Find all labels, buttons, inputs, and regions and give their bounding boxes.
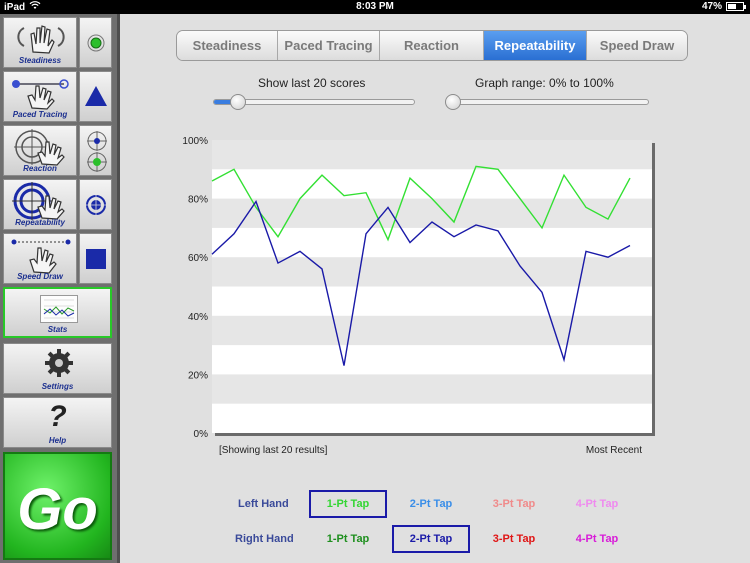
help-label: Help (48, 436, 67, 445)
paced-tracing-hand-icon (12, 79, 69, 110)
right-2pt-tap-toggle[interactable]: 2-Pt Tap (392, 525, 470, 553)
y-tick-label: 0% (194, 429, 209, 440)
gear-icon (45, 349, 73, 377)
speed-draw-button[interactable]: Speed Draw (3, 233, 77, 284)
repeatability-target-button[interactable] (79, 179, 112, 230)
grid-band (212, 198, 652, 228)
clock: 8:03 PM (356, 1, 394, 12)
steadiness-target-button[interactable] (79, 17, 112, 68)
reaction-button[interactable]: Reaction (3, 125, 77, 176)
tab-steadiness[interactable]: Steadiness (177, 31, 278, 60)
steadiness-hand-icon (17, 25, 65, 54)
settings-label: Settings (41, 382, 74, 391)
reaction-targets-button[interactable] (79, 125, 112, 176)
square-icon (86, 249, 106, 269)
help-button[interactable]: ? Help (3, 397, 112, 448)
right-hand-label: Right Hand (235, 533, 294, 545)
battery-icon (726, 2, 746, 11)
stats-chart-icon (40, 295, 78, 323)
range-slider[interactable] (445, 94, 649, 110)
test-tabs: Steadiness Paced Tracing Reaction Repeat… (176, 30, 688, 61)
left-1pt-tap-toggle[interactable]: 1-Pt Tap (309, 490, 387, 518)
paced-tracing-label: Paced Tracing (12, 110, 68, 119)
y-tick-label: 80% (188, 195, 208, 206)
left-hand-label: Left Hand (238, 498, 289, 510)
tab-paced-tracing[interactable]: Paced Tracing (278, 31, 380, 60)
repeatability-button[interactable]: Repeatability (3, 179, 77, 230)
scores-slider[interactable] (213, 94, 415, 110)
chart-footer-left: [Showing last 20 results] (219, 445, 328, 456)
y-tick-label: 40% (188, 312, 208, 323)
chart-footer-right: Most Recent (586, 445, 642, 456)
go-button[interactable]: Go (3, 452, 112, 560)
reaction-label: Reaction (23, 164, 57, 173)
settings-button[interactable]: Settings (3, 343, 112, 394)
go-label: Go (17, 477, 98, 542)
scores-slider-label: Show last 20 scores (258, 76, 366, 90)
grid-band (212, 140, 652, 170)
triangle-shape-button[interactable] (79, 71, 112, 122)
grid-band (212, 374, 652, 404)
repeatability-label: Repeatability (15, 218, 65, 227)
two-targets-icon (87, 131, 107, 172)
battery-percent: 47% (701, 1, 722, 12)
right-3pt-tap-toggle[interactable]: 3-Pt Tap (475, 525, 553, 553)
left-4pt-tap-toggle[interactable]: 4-Pt Tap (558, 490, 636, 518)
blue-target-icon (86, 195, 106, 215)
square-shape-button[interactable] (79, 233, 112, 284)
reaction-target-icon (14, 129, 65, 166)
repeatability-chart: 0% 20% 40% 60% 80% 100% [Showing last 20 resul… (182, 136, 655, 456)
stats-button[interactable]: Stats (3, 287, 112, 338)
steadiness-label: Steadiness (18, 56, 62, 65)
right-4pt-tap-toggle[interactable]: 4-Pt Tap (558, 525, 636, 553)
status-bar: iPad 8:03 PM 47% (0, 0, 750, 14)
steadiness-button[interactable]: Steadiness (3, 17, 77, 68)
y-tick-label: 100% (182, 136, 208, 147)
range-slider-label: Graph range: 0% to 100% (475, 76, 614, 90)
tab-speed-draw[interactable]: Speed Draw (587, 31, 687, 60)
right-1pt-tap-toggle[interactable]: 1-Pt Tap (309, 525, 387, 553)
speed-draw-hand-icon (11, 239, 71, 274)
range-slider-knob[interactable] (445, 94, 461, 110)
tab-repeatability[interactable]: Repeatability (484, 31, 587, 60)
question-mark-icon: ? (48, 400, 67, 433)
left-2pt-tap-toggle[interactable]: 2-Pt Tap (392, 490, 470, 518)
repeatability-target-icon (12, 182, 65, 220)
sidebar: Steadiness Paced Tracing Reaction Repeat… (0, 14, 120, 563)
triangle-icon (85, 86, 107, 106)
y-tick-label: 60% (188, 253, 208, 264)
left-3pt-tap-toggle[interactable]: 3-Pt Tap (475, 490, 553, 518)
scores-slider-knob[interactable] (230, 94, 246, 110)
green-dot-target-icon (87, 34, 105, 52)
speed-draw-label: Speed Draw (17, 272, 63, 281)
tab-reaction[interactable]: Reaction (380, 31, 484, 60)
y-tick-label: 20% (188, 370, 208, 381)
stats-label: Stats (47, 325, 68, 334)
grid-band (212, 315, 652, 346)
paced-tracing-button[interactable]: Paced Tracing (3, 71, 77, 122)
